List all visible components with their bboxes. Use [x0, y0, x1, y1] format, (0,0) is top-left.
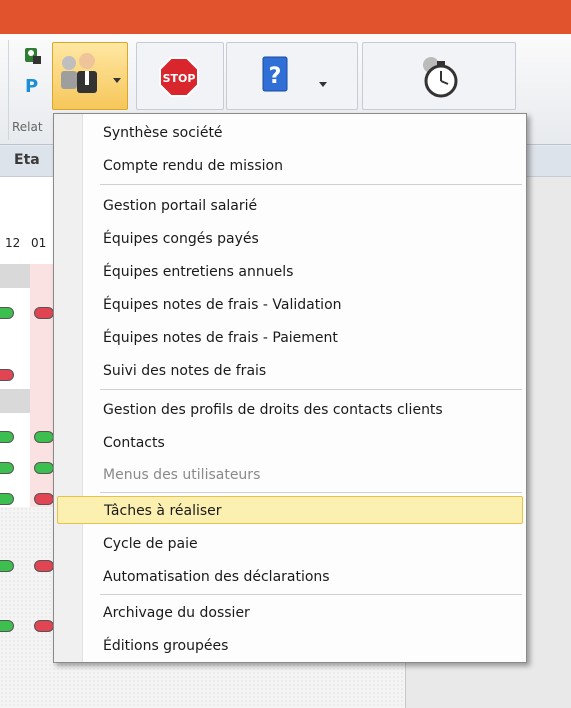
user-admin-icon[interactable] [22, 46, 42, 66]
ribbon-group-label: Relat [12, 120, 43, 134]
menu-item-label: Équipes entretiens annuels [103, 264, 294, 280]
status-pill-green[interactable] [0, 493, 14, 505]
menu-item-cycle-de-paie[interactable]: Cycle de paie [57, 530, 523, 558]
menu-item-notes-frais-paiement[interactable]: Équipes notes de frais - Paiement [57, 324, 523, 352]
menu-item-menus-utilisateurs: Menus des utilisateurs [57, 461, 523, 489]
menu-separator [100, 389, 522, 390]
menu-item-equipes-conges-payes[interactable]: Équipes congés payés [57, 225, 523, 253]
menu-item-label: Équipes congés payés [103, 231, 259, 247]
menu-item-label: Équipes notes de frais - Paiement [103, 330, 338, 346]
timer-button[interactable] [362, 42, 516, 110]
title-bar [0, 0, 571, 34]
help-book-icon: ? [261, 55, 291, 95]
menu-item-equipes-entretiens-annuels[interactable]: Équipes entretiens annuels [57, 258, 523, 286]
menu-item-taches-a-realiser[interactable]: Tâches à réaliser [57, 496, 523, 524]
parking-icon[interactable]: P [22, 74, 42, 97]
menu-item-contacts[interactable]: Contacts [57, 429, 523, 457]
menu-item-synthese-societe[interactable]: Synthèse société [57, 119, 523, 147]
menu-item-gestion-portail-salarie[interactable]: Gestion portail salarié [57, 192, 523, 220]
dropdown-menu: Synthèse société Compte rendu de mission… [53, 113, 527, 663]
menu-item-label: Tâches à réaliser [104, 503, 222, 519]
status-pill-green[interactable] [0, 307, 14, 319]
status-pill-red[interactable] [34, 560, 54, 572]
status-pill-green[interactable] [34, 462, 54, 474]
status-pill-green[interactable] [0, 620, 14, 632]
menu-item-automatisation-declarations[interactable]: Automatisation des déclarations [57, 563, 523, 591]
menu-item-label: Éditions groupées [103, 638, 229, 654]
menu-item-label: Compte rendu de mission [103, 158, 283, 174]
svg-text:P: P [25, 76, 38, 96]
status-pill-red[interactable] [34, 493, 54, 505]
timer-icon [417, 53, 461, 99]
menu-separator [100, 594, 522, 595]
help-button[interactable]: ? [226, 42, 358, 110]
status-pill-green[interactable] [0, 462, 14, 474]
chevron-down-icon [319, 73, 327, 87]
menu-item-label: Cycle de paie [103, 536, 198, 552]
svg-text:?: ? [269, 64, 282, 89]
menu-item-label: Menus des utilisateurs [103, 467, 261, 483]
menu-item-archivage-dossier[interactable]: Archivage du dossier [57, 599, 523, 627]
status-pill-red[interactable] [34, 620, 54, 632]
tab-header-title: Eta [14, 152, 40, 168]
status-pill-green[interactable] [0, 431, 14, 443]
menu-item-compte-rendu-mission[interactable]: Compte rendu de mission [57, 152, 523, 180]
ribbon-divider [8, 40, 9, 140]
menu-item-label: Équipes notes de frais - Validation [103, 297, 342, 313]
stop-sign-icon: STOP [159, 57, 199, 97]
menu-item-label: Archivage du dossier [103, 605, 250, 621]
chevron-down-icon [113, 69, 121, 83]
menu-item-notes-frais-validation[interactable]: Équipes notes de frais - Validation [57, 291, 523, 319]
menu-item-profils-droits-contacts[interactable]: Gestion des profils de droits des contac… [57, 396, 523, 424]
stop-button[interactable]: STOP [136, 42, 224, 110]
status-pill-green[interactable] [0, 560, 14, 572]
menu-item-label: Gestion des profils de droits des contac… [103, 402, 443, 418]
menu-item-editions-groupees[interactable]: Éditions groupées [57, 632, 523, 660]
menu-separator [100, 184, 522, 185]
column-header-01: 01 [31, 236, 47, 250]
menu-item-label: Suivi des notes de frais [103, 363, 267, 379]
users-group-icon [57, 49, 107, 99]
menu-item-label: Synthèse société [103, 125, 223, 141]
status-pill-green[interactable] [34, 431, 54, 443]
menu-item-suivi-notes-frais[interactable]: Suivi des notes de frais [57, 357, 523, 385]
column-header-12: 12 [5, 236, 21, 250]
status-pill-red[interactable] [34, 307, 54, 319]
svg-text:STOP: STOP [163, 72, 196, 85]
menu-item-label: Automatisation des déclarations [103, 569, 330, 585]
menu-separator [100, 492, 522, 493]
users-menu-button[interactable] [52, 42, 128, 110]
menu-item-label: Contacts [103, 435, 165, 451]
menu-item-label: Gestion portail salarié [103, 198, 258, 214]
status-pill-red[interactable] [0, 369, 14, 381]
